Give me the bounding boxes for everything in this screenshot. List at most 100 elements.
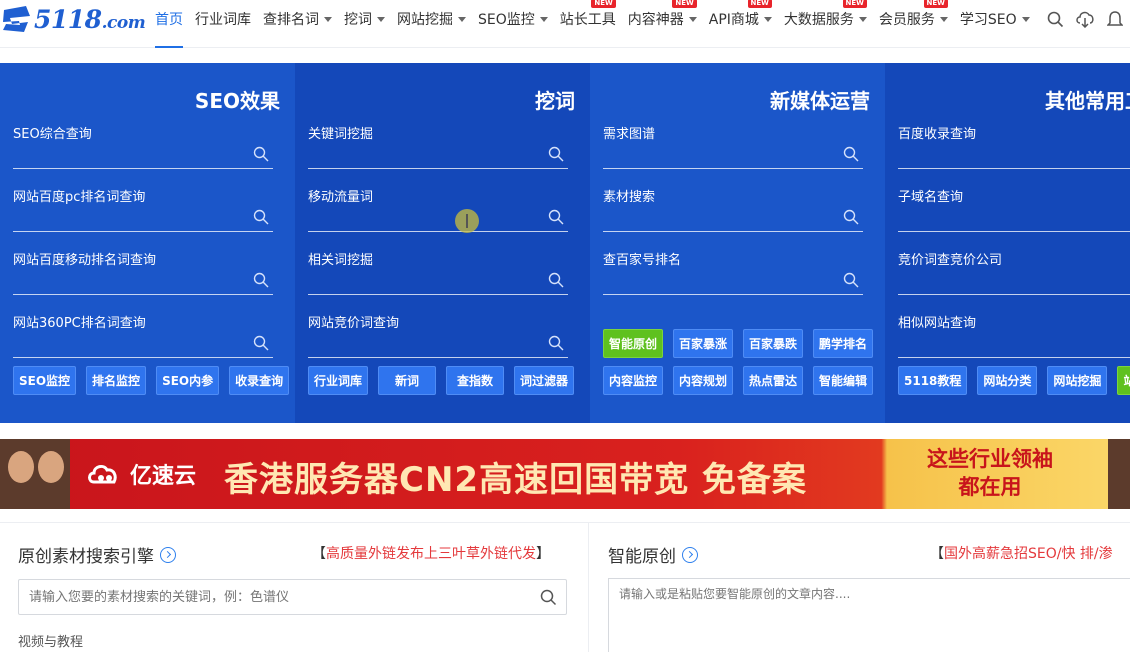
ad-brand: 亿速云	[86, 458, 196, 490]
tool-button[interactable]: 百家暴涨	[673, 329, 734, 358]
tool-field[interactable]: 查百家号排名	[603, 249, 863, 295]
section-title-text: 原创素材搜索引擎	[18, 547, 154, 567]
search-icon[interactable]	[843, 272, 859, 288]
bell-icon[interactable]	[1100, 8, 1130, 30]
tool-button[interactable]: 网站挖掘	[1047, 366, 1108, 395]
tool-button[interactable]: 收录查询	[229, 366, 290, 395]
search-icon[interactable]	[253, 146, 269, 162]
info-arrow-icon[interactable]	[160, 546, 176, 563]
tool-field[interactable]: 移动流量词	[308, 186, 568, 232]
tool-field[interactable]: 网站百度pc排名词查询	[13, 186, 273, 232]
search-icon[interactable]	[843, 146, 859, 162]
chevron-down-icon	[539, 16, 548, 22]
ad-banner[interactable]: 亿速云 香港服务器CN2高速回国带宽 免备案 这些行业领袖 都在用	[0, 439, 1130, 509]
tool-button[interactable]: 排名监控	[86, 366, 147, 395]
nav-item-label: API商城	[708, 12, 759, 28]
tool-field[interactable]: 竞价词查竞价公司	[898, 249, 1130, 295]
search-icon[interactable]	[548, 335, 564, 351]
nav-menu: 首页 行业词库 查排名词 挖词 网站挖掘 SEO监控 站长工具 NEW 内容神器 NEW API商城…	[155, 0, 1042, 48]
top-navigation: 5118.com 首页 行业词库 查排名词 挖词 网站挖掘 SEO监控 站长工具 NEW 内容神…	[0, 0, 1130, 48]
tool-button[interactable]: 行业词库	[308, 366, 369, 395]
tool-button[interactable]: 网站分类	[977, 366, 1038, 395]
search-icon[interactable]	[253, 335, 269, 351]
search-icon[interactable]	[1040, 8, 1070, 30]
nav-item[interactable]: 网站挖掘	[397, 0, 466, 38]
field-label: 子域名查询	[898, 190, 964, 205]
tool-button[interactable]: 查指数	[446, 366, 505, 395]
nav-item[interactable]: 首页	[155, 0, 183, 48]
tool-field[interactable]: 网站360PC排名词查询	[13, 312, 273, 358]
chevron-down-icon	[688, 16, 697, 22]
section-title-text: 智能原创	[608, 547, 676, 567]
tool-field[interactable]: SEO综合查询	[13, 123, 273, 169]
ad-tagline: 这些行业领袖 都在用	[895, 445, 1085, 501]
tool-button[interactable]: 智能编辑	[813, 366, 874, 395]
tool-field[interactable]: 素材搜索	[603, 186, 863, 232]
tool-button[interactable]: 词过滤器	[514, 366, 575, 395]
search-icon[interactable]	[548, 209, 564, 225]
nav-item[interactable]: 站长工具 NEW	[560, 0, 616, 38]
tool-field[interactable]: 网站百度移动排名词查询	[13, 249, 273, 295]
nav-item[interactable]: API商城 NEW	[709, 0, 772, 38]
article-input[interactable]	[608, 578, 1130, 652]
tool-button[interactable]: 智能原创	[603, 329, 664, 358]
nav-item-label: SEO监控	[478, 12, 535, 28]
logo-text: 5118	[34, 4, 102, 34]
nav-item[interactable]: 学习SEO	[960, 0, 1030, 38]
column-title: 其他常用工	[1045, 89, 1130, 113]
tool-button-row: 行业词库 新词 查指数 词过滤器	[308, 366, 584, 395]
tool-field[interactable]: 需求图谱	[603, 123, 863, 169]
search-icon[interactable]	[253, 209, 269, 225]
chevron-down-icon	[939, 16, 948, 22]
ad-brand-name: 亿速云	[130, 464, 197, 489]
logo-suffix: .com	[101, 12, 146, 33]
tool-column-keywords: 挖词 关键词挖掘 移动流量词 相关词挖掘 网站竞价词查询 行业词库 新词 查指数…	[295, 63, 590, 423]
field-label: 关键词挖掘	[308, 127, 374, 142]
tool-field[interactable]: 子域名查询	[898, 186, 1130, 232]
section-title-smart-original: 智能原创	[608, 542, 698, 567]
tool-button[interactable]: SEO内参	[156, 366, 220, 395]
search-icon[interactable]	[843, 209, 859, 225]
tool-button[interactable]: 百家暴跌	[743, 329, 804, 358]
promo-link[interactable]: 【高质量外链发布上三叶草外链代发】	[312, 543, 550, 563]
new-badge: NEW	[672, 0, 697, 8]
search-icon[interactable]	[540, 589, 557, 606]
cloud-download-icon[interactable]	[1070, 8, 1100, 30]
tool-button[interactable]: 5118教程	[898, 366, 968, 395]
info-arrow-icon[interactable]	[682, 546, 698, 563]
ad-tagline-line2: 都在用	[958, 475, 1022, 499]
tool-field[interactable]: 百度收录查询	[898, 123, 1130, 169]
nav-item[interactable]: 会员服务 NEW	[879, 0, 948, 38]
nav-item[interactable]: 行业词库	[195, 0, 251, 38]
tool-button[interactable]: SEO监控	[13, 366, 77, 395]
chevron-down-icon	[858, 16, 867, 22]
search-icon[interactable]	[548, 272, 564, 288]
tool-field[interactable]: 网站竞价词查询	[308, 312, 568, 358]
field-label: 网站百度移动排名词查询	[13, 253, 157, 268]
nav-item[interactable]: SEO监控	[478, 0, 548, 38]
tool-button[interactable]: 鹏学排名	[813, 329, 874, 358]
tool-field[interactable]: 相似网站查询	[898, 312, 1130, 358]
search-icon[interactable]	[548, 146, 564, 162]
field-label: 相似网站查询	[898, 316, 977, 331]
tool-button[interactable]: 新词	[378, 366, 437, 395]
tool-button[interactable]: 站长	[1117, 366, 1130, 395]
bracket-right: 】	[536, 546, 550, 562]
tool-field[interactable]: 关键词挖掘	[308, 123, 568, 169]
tool-button[interactable]: 内容规划	[673, 366, 734, 395]
nav-item[interactable]: 内容神器 NEW	[628, 0, 697, 38]
nav-item[interactable]: 大数据服务 NEW	[784, 0, 867, 38]
search-icon[interactable]	[253, 272, 269, 288]
tool-button[interactable]: 热点雷达	[743, 366, 804, 395]
tool-button-row: 智能原创 百家暴涨 百家暴跌 鹏学排名	[603, 329, 883, 358]
nav-icons	[1040, 8, 1130, 30]
new-badge: NEW	[591, 0, 616, 8]
material-search-input[interactable]	[19, 580, 519, 614]
site-logo[interactable]: 5118.com	[0, 4, 146, 34]
promo-link[interactable]: 【国外高薪急招SEO/快 排/渗	[930, 543, 1113, 563]
divider	[588, 523, 589, 652]
nav-item[interactable]: 挖词	[344, 0, 385, 38]
nav-item[interactable]: 查排名词	[263, 0, 332, 38]
tool-button[interactable]: 内容监控	[603, 366, 664, 395]
tool-field[interactable]: 相关词挖掘	[308, 249, 568, 295]
